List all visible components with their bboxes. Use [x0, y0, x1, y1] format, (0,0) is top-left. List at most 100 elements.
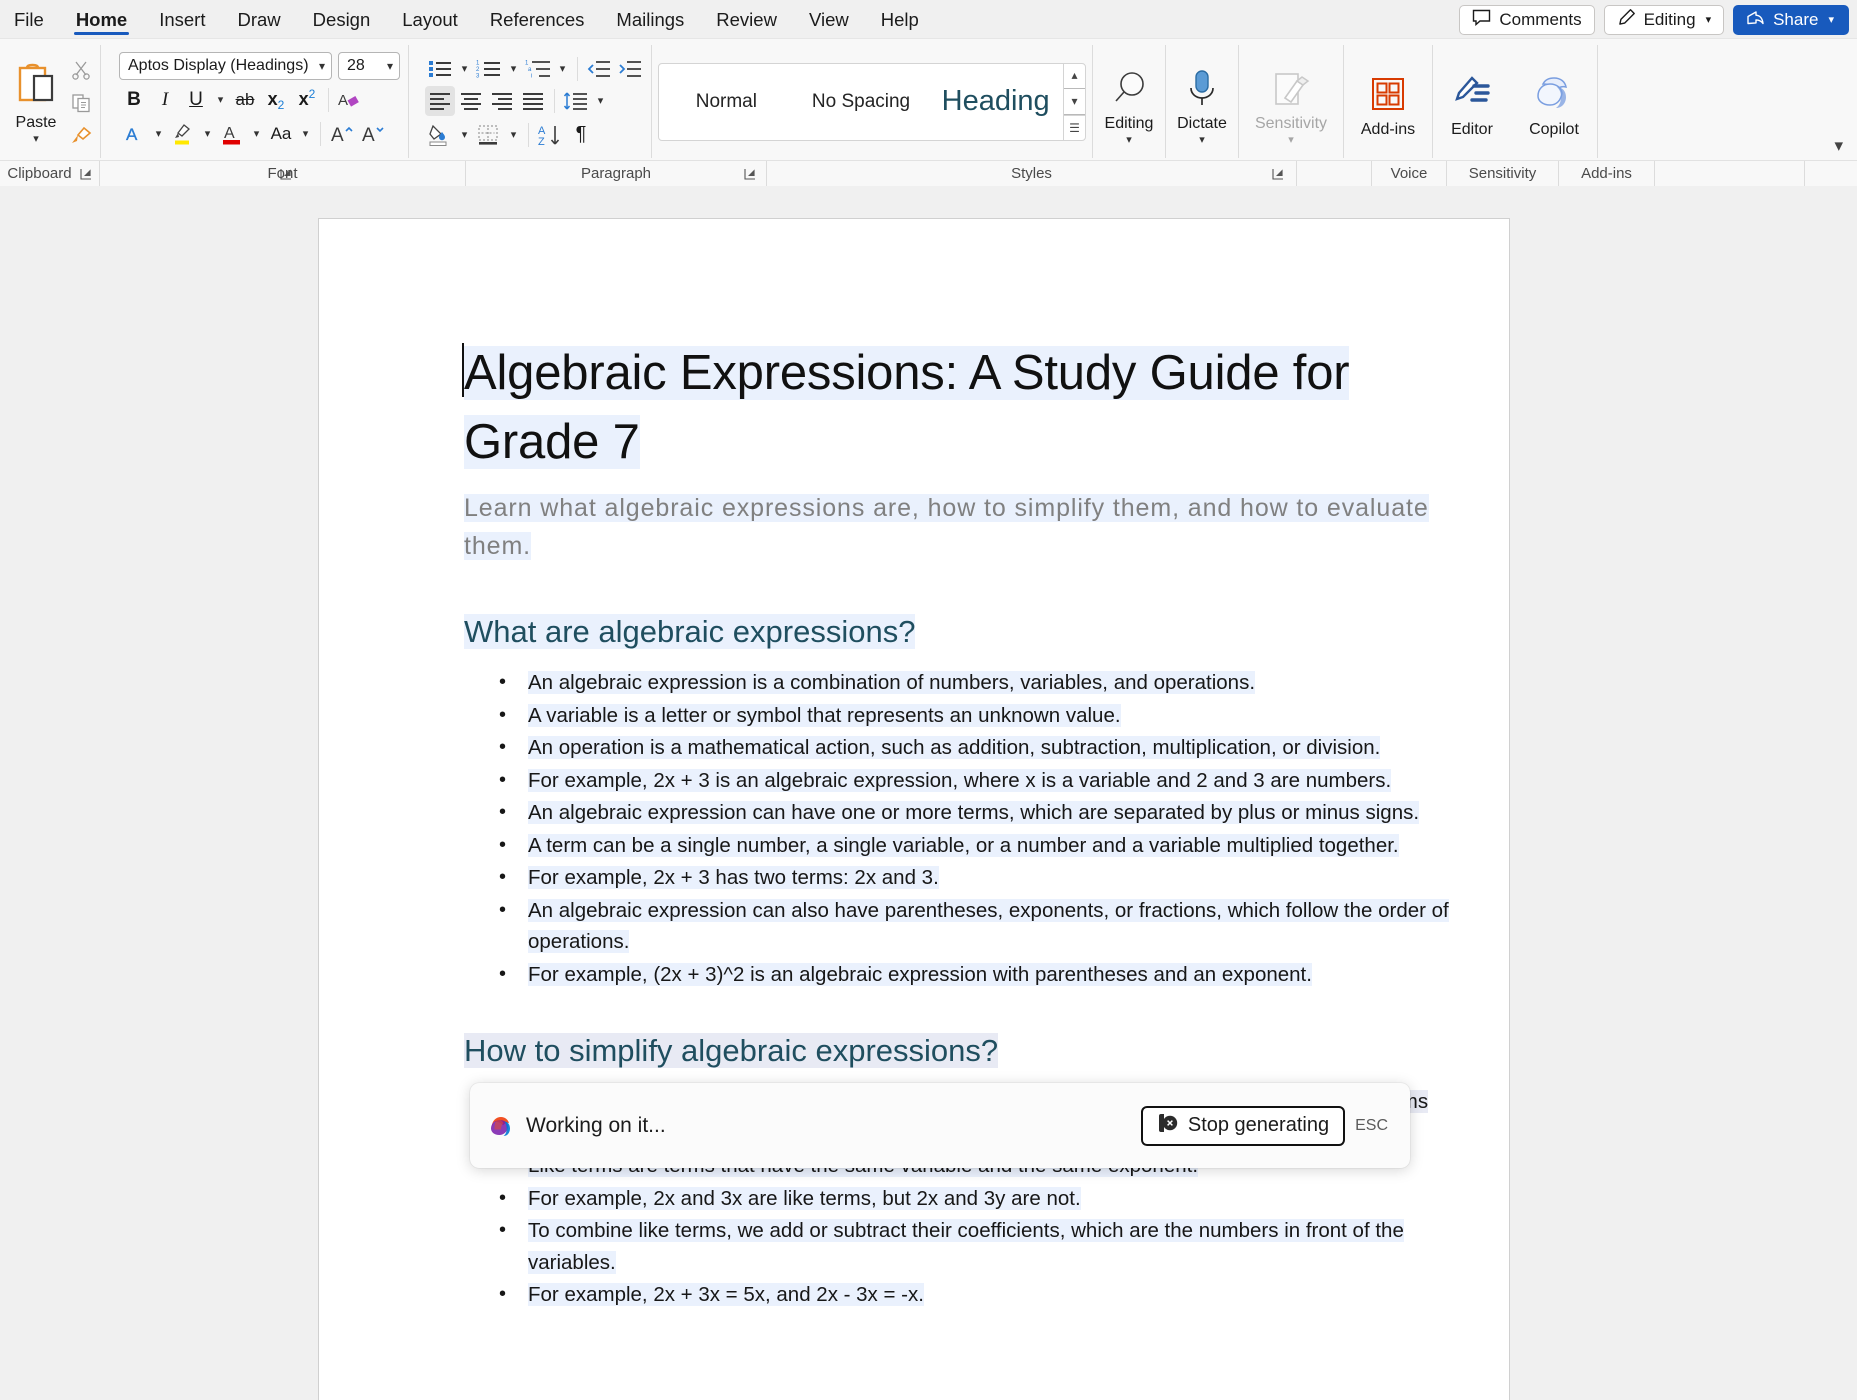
font-size-combobox[interactable]: 28 ▾ [338, 51, 400, 80]
text-effects-button[interactable]: A [119, 119, 149, 149]
highlight-chevron-down-icon[interactable]: ▾ [199, 119, 216, 149]
clipboard-group-label-text: Clipboard [7, 165, 72, 182]
align-right-button[interactable] [487, 86, 517, 116]
styles-dialog-launcher-icon[interactable] [1272, 168, 1284, 180]
borders-button[interactable] [474, 120, 504, 150]
change-case-chevron-down-icon[interactable]: ▾ [297, 119, 314, 149]
styles-scroll-down-icon[interactable]: ▾ [1064, 87, 1086, 115]
sensitivity-button[interactable]: Sensitivity ▾ [1239, 54, 1343, 146]
group-label-addins: Add-ins [1559, 161, 1655, 186]
sort-button[interactable]: AZ [535, 120, 565, 150]
share-button[interactable]: Share ▾ [1733, 4, 1849, 35]
tab-design[interactable]: Design [297, 0, 387, 39]
underline-chevron-down-icon[interactable]: ▾ [212, 85, 229, 115]
paragraph-dialog-launcher-icon[interactable] [744, 168, 756, 180]
numbering-button[interactable]: 123 [474, 54, 504, 84]
document-canvas[interactable]: Algebraic Expressions: A Study Guide for… [0, 186, 1857, 1400]
font-color-chevron-down-icon[interactable]: ▾ [248, 119, 265, 149]
cut-button[interactable] [66, 55, 96, 85]
bullets-button[interactable] [425, 54, 455, 84]
editing-mode-button[interactable]: Editing ▾ [1603, 4, 1725, 35]
multilevel-list-button[interactable]: 1ai [523, 54, 553, 84]
stop-generating-button[interactable]: Stop generating [1140, 1105, 1346, 1146]
tab-file[interactable]: File [0, 0, 60, 39]
bullet-glyph-icon: • [499, 703, 507, 726]
divider [554, 88, 555, 113]
multilevel-chevron-down-icon[interactable]: ▾ [554, 54, 571, 84]
editing-button[interactable]: Editing ▾ [1093, 54, 1165, 146]
subscript-button[interactable]: x2 [261, 85, 291, 115]
tab-insert[interactable]: Insert [143, 0, 221, 39]
tab-layout[interactable]: Layout [386, 0, 474, 39]
paste-button[interactable]: Paste ▾ [6, 56, 66, 144]
font-row-2: B I U ▾ ab x2 x2 A [109, 83, 400, 117]
bullet-glyph-icon: • [499, 962, 507, 985]
italic-button[interactable]: I [150, 85, 180, 115]
style-heading[interactable]: Heading [928, 64, 1063, 140]
search-icon [1107, 64, 1151, 112]
shading-button[interactable] [425, 120, 455, 150]
dictate-button[interactable]: Dictate ▾ [1166, 54, 1238, 146]
tab-view[interactable]: View [793, 0, 865, 39]
underline-button[interactable]: U [181, 85, 211, 115]
strikethrough-button[interactable]: ab [230, 85, 260, 115]
decrease-indent-button[interactable] [584, 54, 614, 84]
comments-button[interactable]: Comments [1459, 4, 1595, 35]
tab-mailings[interactable]: Mailings [600, 0, 700, 39]
justify-button[interactable] [518, 86, 548, 116]
grow-font-button[interactable]: A [327, 119, 357, 149]
style-no-spacing[interactable]: No Spacing [794, 64, 929, 140]
section-heading-2: How to simplify algebraic expressions? [464, 1030, 1454, 1072]
styles-scroll-up-icon[interactable]: ▴ [1064, 63, 1085, 88]
tab-home[interactable]: Home [60, 0, 143, 39]
font-dialog-launcher-icon[interactable] [280, 168, 292, 180]
format-painter-button[interactable] [66, 121, 96, 151]
chevron-down-icon[interactable]: ▾ [1199, 135, 1205, 146]
numbering-chevron-down-icon[interactable]: ▾ [505, 54, 522, 84]
borders-chevron-down-icon[interactable]: ▾ [505, 120, 522, 150]
font-color-button[interactable]: A [217, 119, 247, 149]
list-item: • A term can be a single number, a single… [499, 830, 1454, 862]
list-item: • For example, 2x + 3 has two terms: 2x a… [499, 862, 1454, 894]
styles-gallery-scroller[interactable]: ▴ ▾ ☰ [1063, 62, 1086, 141]
document-page[interactable]: Algebraic Expressions: A Study Guide for… [318, 218, 1510, 1400]
svg-text:A: A [224, 125, 235, 142]
comments-label: Comments [1499, 9, 1582, 29]
tab-references[interactable]: References [474, 0, 601, 39]
clear-formatting-button[interactable]: A [335, 85, 365, 115]
tab-draw[interactable]: Draw [222, 0, 297, 39]
increase-indent-button[interactable] [615, 54, 645, 84]
ribbon-group-sensitivity: Sensitivity ▾ [1239, 39, 1343, 160]
shading-chevron-down-icon[interactable]: ▾ [456, 120, 473, 150]
list-item: • An algebraic expression is a combinatio… [499, 667, 1454, 699]
styles-more-icon[interactable]: ☰ [1064, 114, 1086, 141]
clipboard-dialog-launcher-icon[interactable] [80, 168, 92, 180]
bold-button[interactable]: B [119, 85, 149, 115]
copy-button[interactable] [66, 88, 96, 118]
show-formatting-marks-button[interactable]: ¶ [566, 120, 596, 150]
change-case-button[interactable]: Aa [266, 119, 296, 149]
tab-review[interactable]: Review [700, 0, 793, 39]
styles-gallery[interactable]: Normal No Spacing Heading ▴ ▾ ☰ [658, 62, 1086, 141]
align-left-button[interactable] [425, 85, 455, 116]
style-normal[interactable]: Normal [659, 64, 794, 140]
font-name-combobox[interactable]: Aptos Display (Headings) ▾ [119, 51, 332, 80]
line-spacing-button[interactable] [561, 86, 591, 116]
copilot-button[interactable]: Copilot [1511, 60, 1597, 139]
editor-button[interactable]: Editor [1433, 60, 1511, 139]
tab-help[interactable]: Help [865, 0, 935, 39]
chevron-down-icon[interactable]: ▾ [1288, 135, 1294, 146]
chevron-down-icon[interactable]: ▾ [33, 133, 39, 144]
addins-button[interactable]: Add-ins [1344, 60, 1432, 139]
ribbon-collapse-chevron-down-icon[interactable]: ▾ [1834, 136, 1843, 156]
chevron-down-icon[interactable]: ▾ [1126, 135, 1132, 146]
align-center-button[interactable] [456, 86, 486, 116]
shrink-font-button[interactable]: A [358, 119, 388, 149]
bullets-chevron-down-icon[interactable]: ▾ [456, 54, 473, 84]
svg-text:Z: Z [538, 136, 545, 147]
highlight-color-button[interactable] [168, 119, 198, 149]
document-title: Algebraic Expressions: A Study Guide for… [462, 339, 1454, 477]
line-spacing-chevron-down-icon[interactable]: ▾ [592, 86, 609, 116]
superscript-button[interactable]: x2 [292, 85, 322, 115]
text-effects-chevron-down-icon[interactable]: ▾ [150, 119, 167, 149]
